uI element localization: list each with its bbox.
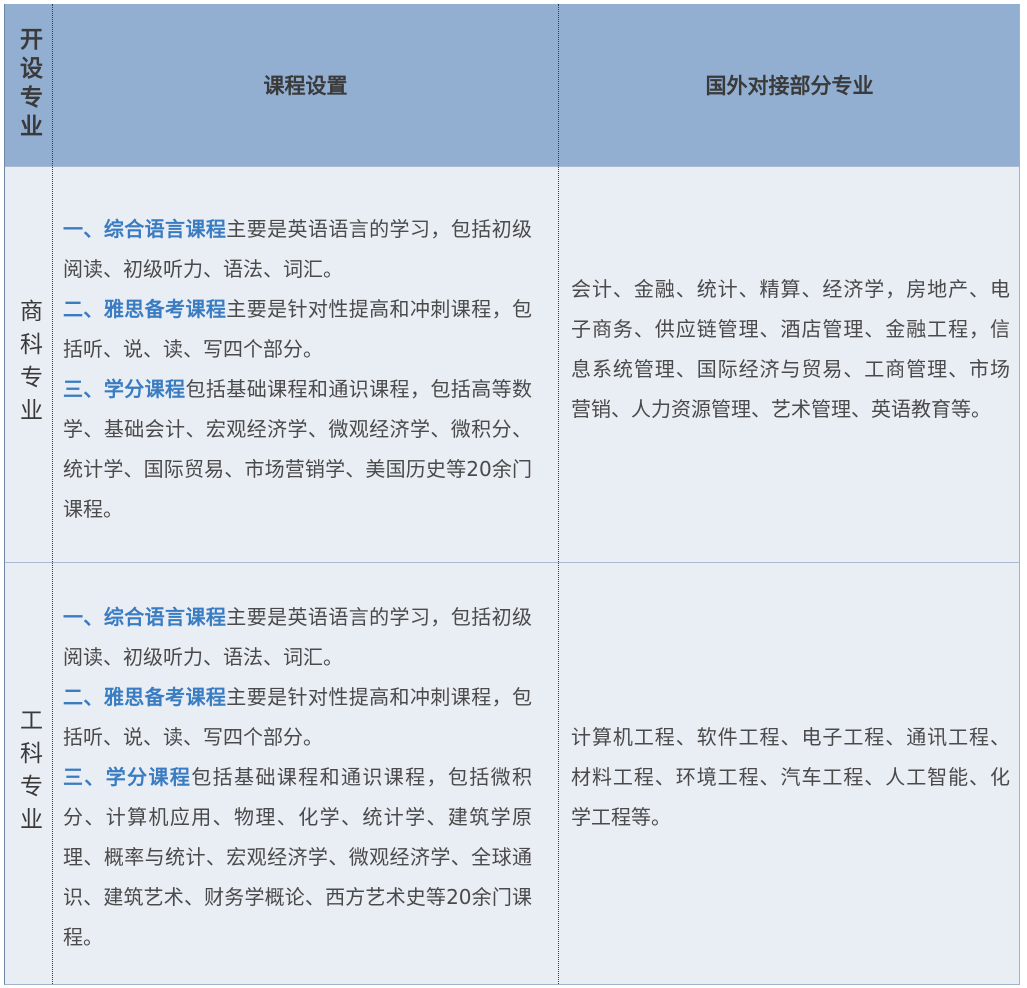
- header-foreign-majors: 国外对接部分专业: [705, 74, 874, 98]
- header-major-type: 开设专业: [15, 27, 42, 143]
- courses-cell: 一、综合语言课程主要是英语语言的学习，包括初级阅读、初级听力、语法、词汇。 二、…: [52, 563, 558, 984]
- course-title: 二、雅思备考课程: [63, 685, 227, 709]
- course-desc: 包括基础课程和通识课程，包括微积分、计算机应用、物理、化学、统计学、建筑学原理、…: [63, 765, 533, 949]
- row-label: 工科专业: [15, 707, 42, 840]
- majors-text: 会计、金融、统计、精算、经济学，房地产、电子商务、供应链管理、酒店管理、金融工程…: [571, 277, 1010, 421]
- course-table: 开设专业 课程设置 国外对接部分专业 商科专业 一、综合语言课程主要是英语语言的…: [4, 4, 1020, 985]
- majors-text: 计算机工程、软件工程、电子工程、通讯工程、材料工程、环境工程、汽车工程、人工智能…: [571, 725, 1010, 829]
- course-title: 一、综合语言课程: [63, 605, 227, 629]
- majors-cell: 计算机工程、软件工程、电子工程、通讯工程、材料工程、环境工程、汽车工程、人工智能…: [558, 563, 1020, 984]
- header-courses: 课程设置: [263, 74, 348, 98]
- table-row-business: 商科专业 一、综合语言课程主要是英语语言的学习，包括初级阅读、初级听力、语法、词…: [5, 166, 1019, 562]
- header-cell-courses: 课程设置: [52, 4, 558, 166]
- row-label-cell: 商科专业: [5, 167, 52, 562]
- course-title: 二、雅思备考课程: [63, 297, 227, 321]
- majors-cell: 会计、金融、统计、精算、经济学，房地产、电子商务、供应链管理、酒店管理、金融工程…: [558, 167, 1020, 562]
- course-title: 三、学分课程: [63, 377, 186, 401]
- row-label-cell: 工科专业: [5, 563, 52, 984]
- course-text: 一、综合语言课程主要是英语语言的学习，包括初级阅读、初级听力、语法、词汇。 二、…: [63, 597, 532, 957]
- course-title: 一、综合语言课程: [63, 217, 227, 241]
- header-cell-foreign-majors: 国外对接部分专业: [558, 4, 1020, 166]
- header-cell-major-type: 开设专业: [5, 4, 52, 166]
- table-header-row: 开设专业 课程设置 国外对接部分专业: [5, 4, 1019, 166]
- row-label: 商科专业: [15, 298, 42, 431]
- course-title: 三、学分课程: [63, 765, 192, 789]
- course-text: 一、综合语言课程主要是英语语言的学习，包括初级阅读、初级听力、语法、词汇。 二、…: [63, 209, 532, 529]
- table-row-engineering: 工科专业 一、综合语言课程主要是英语语言的学习，包括初级阅读、初级听力、语法、词…: [5, 562, 1019, 984]
- courses-cell: 一、综合语言课程主要是英语语言的学习，包括初级阅读、初级听力、语法、词汇。 二、…: [52, 167, 558, 562]
